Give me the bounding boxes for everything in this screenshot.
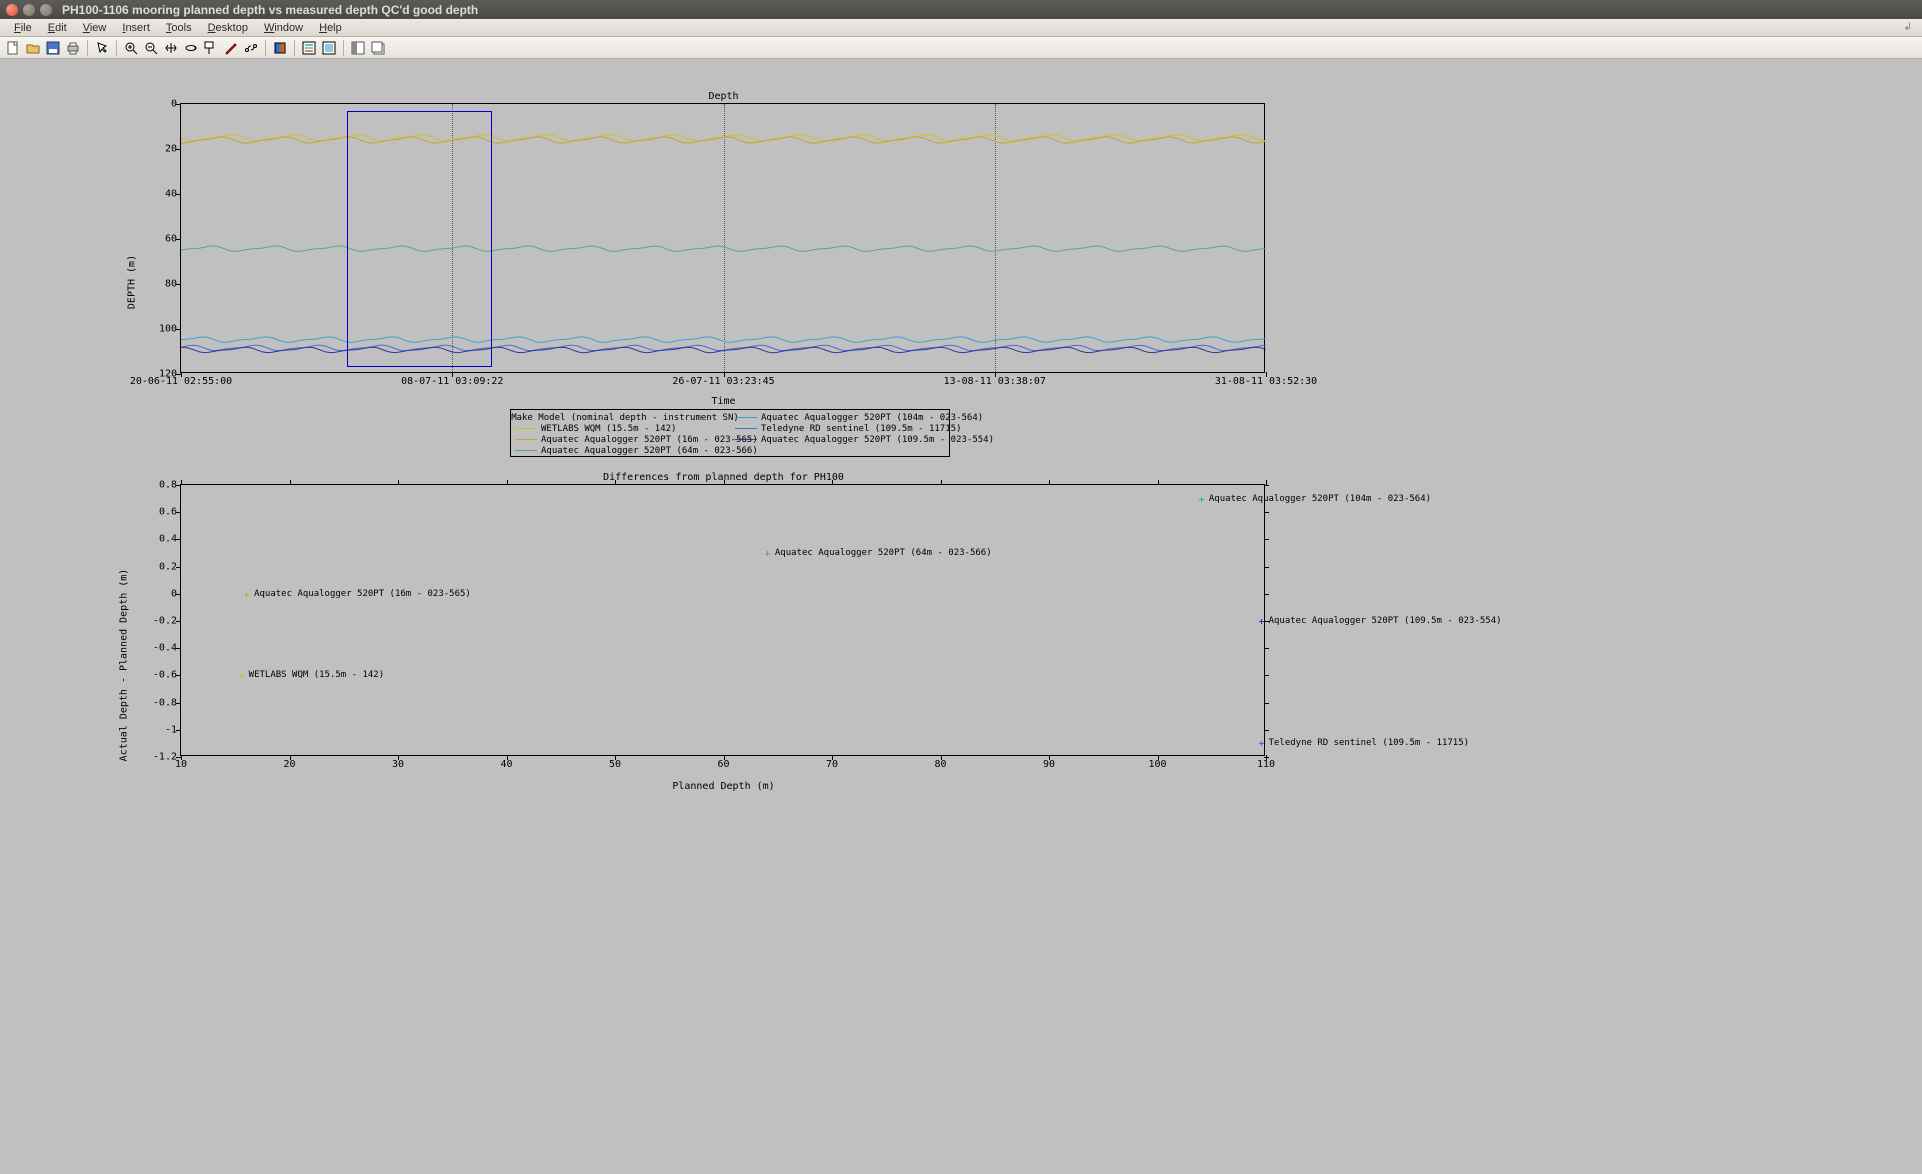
xtick-label: 30	[392, 759, 404, 770]
scatter-point	[1259, 619, 1264, 624]
xtick-label: 40	[500, 759, 512, 770]
scatter-point-label: Aquatec Aqualogger 520PT (16m - 023-565)	[254, 589, 471, 599]
chart1-ylabel: DEPTH (m)	[127, 255, 138, 309]
new-file-icon[interactable]	[4, 39, 22, 57]
scatter-point	[1259, 741, 1264, 746]
xtick-label: 10	[175, 759, 187, 770]
ytick-label: 0.2	[159, 561, 177, 572]
xtick-label: 31-08-11 03:52:30	[1215, 376, 1317, 387]
scatter-point-label: Aquatec Aqualogger 520PT (109.5m - 023-5…	[1269, 616, 1502, 626]
ytick-label: -0.6	[153, 670, 177, 681]
menu-overflow-icon[interactable]: ↲	[1904, 22, 1916, 33]
chart2-xlabel: Planned Depth (m)	[672, 781, 774, 792]
scatter-point	[239, 673, 244, 678]
chart2-ylabel: Actual Depth - Planned Depth (m)	[119, 569, 130, 762]
window-titlebar: PH100-1106 mooring planned depth vs meas…	[0, 0, 1922, 19]
ytick-label: 100	[159, 324, 177, 335]
colorbar-icon[interactable]	[271, 39, 289, 57]
legend-item: WETLABS WQM (15.5m - 142)	[541, 424, 676, 434]
chart1-xlabel: Time	[711, 396, 735, 407]
legend-item: Aquatec Aqualogger 520PT (104m - 023-564…	[761, 413, 983, 423]
chart2-plot-area[interactable]: -1.2-1-0.8-0.6-0.4-0.200.20.40.60.810203…	[180, 484, 1265, 756]
menu-window[interactable]: Window	[256, 21, 311, 35]
series-line	[181, 246, 1266, 252]
data-cursor-icon[interactable]	[202, 39, 220, 57]
series-line	[181, 337, 1266, 342]
depth-timeseries-chart: Depth 02040608010012020-06-11 02:55:0008…	[180, 103, 1267, 461]
xtick-label: 100	[1148, 759, 1166, 770]
legend-item: Aquatec Aqualogger 520PT (16m - 023-565)	[541, 435, 758, 445]
ytick-label: -0.2	[153, 616, 177, 627]
open-file-icon[interactable]	[24, 39, 42, 57]
xtick-label: 80	[934, 759, 946, 770]
ytick-label: 0.6	[159, 507, 177, 518]
menu-help[interactable]: Help	[311, 21, 350, 35]
depth-diff-scatter-chart: Differences from planned depth for PH100…	[180, 484, 1267, 846]
menu-tools[interactable]: Tools	[158, 21, 200, 35]
window-maximize-button[interactable]	[40, 4, 52, 16]
zoom-in-icon[interactable]	[122, 39, 140, 57]
undock-icon[interactable]	[369, 39, 387, 57]
window-close-button[interactable]	[6, 4, 18, 16]
hide-plot-tools-icon[interactable]	[320, 39, 338, 57]
rotate-3d-icon[interactable]	[182, 39, 200, 57]
pan-icon[interactable]	[162, 39, 180, 57]
xtick-label: 70	[826, 759, 838, 770]
xtick-label: 08-07-11 03:09:22	[401, 376, 503, 387]
scatter-point	[244, 592, 249, 597]
xtick-label: 13-08-11 03:38:07	[944, 376, 1046, 387]
menu-edit[interactable]: Edit	[40, 21, 75, 35]
print-icon[interactable]	[64, 39, 82, 57]
xtick-label: 50	[609, 759, 621, 770]
menu-view[interactable]: View	[75, 21, 115, 35]
chart1-plot-area[interactable]: 02040608010012020-06-11 02:55:0008-07-11…	[180, 103, 1265, 373]
scatter-point-label: Teledyne RD sentinel (109.5m - 11715)	[1269, 738, 1469, 748]
ytick-label: -0.4	[153, 643, 177, 654]
xtick-label: 20-06-11 02:55:00	[130, 376, 232, 387]
legend-item: Teledyne RD sentinel (109.5m - 11715)	[761, 424, 961, 434]
scatter-point-label: Aquatec Aqualogger 520PT (104m - 023-564…	[1209, 494, 1431, 504]
zoom-selection-rect[interactable]	[347, 111, 492, 368]
insert-legend-icon[interactable]	[300, 39, 318, 57]
legend-item: Aquatec Aqualogger 520PT (109.5m - 023-5…	[761, 435, 994, 445]
xtick-label: 26-07-11 03:23:45	[672, 376, 774, 387]
zoom-out-icon[interactable]	[142, 39, 160, 57]
toolbar	[0, 37, 1922, 59]
window-title: PH100-1106 mooring planned depth vs meas…	[62, 3, 478, 17]
series-line	[181, 345, 1266, 350]
chart1-legend: Make Model (nominal depth - instrument S…	[510, 409, 950, 457]
ytick-label: -1.2	[153, 752, 177, 763]
xtick-label: 60	[717, 759, 729, 770]
ytick-label: 0.4	[159, 534, 177, 545]
dock-icon[interactable]	[349, 39, 367, 57]
menu-desktop[interactable]: Desktop	[200, 21, 256, 35]
pointer-icon[interactable]	[93, 39, 111, 57]
menu-file[interactable]: File	[6, 21, 40, 35]
link-icon[interactable]	[242, 39, 260, 57]
xtick-label: 20	[283, 759, 295, 770]
ytick-label: 0.8	[159, 480, 177, 491]
menu-bar: FileEditViewInsertToolsDesktopWindowHelp…	[0, 19, 1922, 37]
scatter-point-label: Aquatec Aqualogger 520PT (64m - 023-566)	[775, 548, 992, 558]
scatter-point	[1199, 497, 1204, 502]
xtick-label: 90	[1043, 759, 1055, 770]
xtick-label: 110	[1257, 759, 1275, 770]
ytick-label: -0.8	[153, 697, 177, 708]
legend-item: Aquatec Aqualogger 520PT (64m - 023-566)	[541, 446, 758, 456]
scatter-point-label: WETLABS WQM (15.5m - 142)	[249, 670, 384, 680]
scatter-point	[765, 551, 770, 556]
legend-header: Make Model (nominal depth - instrument S…	[511, 413, 739, 423]
save-icon[interactable]	[44, 39, 62, 57]
menu-insert[interactable]: Insert	[114, 21, 158, 35]
chart1-title: Depth	[708, 91, 738, 102]
figure-canvas: Depth 02040608010012020-06-11 02:55:0008…	[0, 59, 1922, 1174]
brush-icon[interactable]	[222, 39, 240, 57]
series-line	[181, 137, 1266, 143]
window-minimize-button[interactable]	[23, 4, 35, 16]
